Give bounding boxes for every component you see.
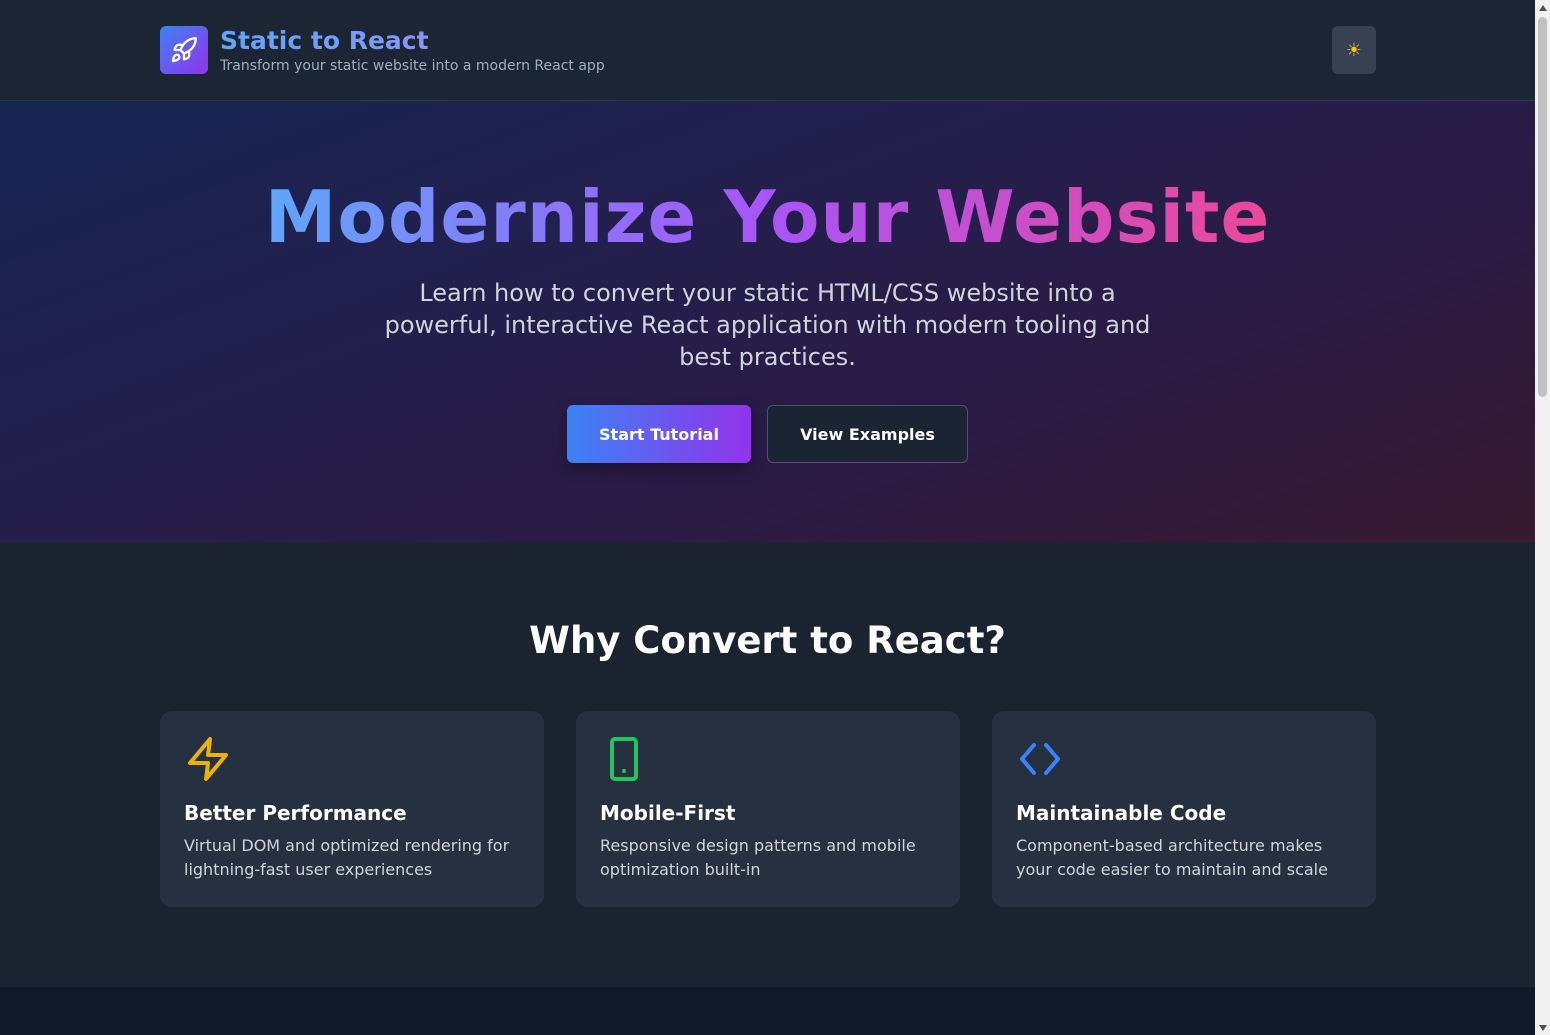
site-header: Static to React Transform your static we… (0, 0, 1535, 101)
sun-icon: ☀ (1345, 39, 1363, 61)
features-section: Why Convert to React? Better Performance… (0, 543, 1535, 987)
code-icon (1016, 735, 1064, 783)
vertical-scrollbar[interactable] (1535, 0, 1550, 1035)
feature-title: Better Performance (184, 801, 407, 825)
feature-text: Responsive design patterns and mobile op… (600, 836, 916, 879)
feature-text: Component-based architecture makes your … (1016, 836, 1328, 879)
theme-toggle-button[interactable]: ☀ (1332, 26, 1376, 74)
site-subtitle: Transform your static website into a mod… (220, 57, 605, 74)
scroll-down-icon[interactable] (1535, 1020, 1550, 1035)
hero-description: Learn how to convert your static HTML/CS… (384, 279, 1151, 371)
feature-title: Maintainable Code (1016, 801, 1227, 825)
view-examples-button[interactable]: View Examples (767, 405, 968, 463)
hero-section: Modernize Your Website Learn how to conv… (0, 101, 1535, 543)
scroll-thumb[interactable] (1538, 17, 1547, 397)
brand[interactable]: Static to React Transform your static we… (160, 26, 605, 74)
hero-actions: Start Tutorial View Examples (0, 405, 1535, 463)
mobile-icon (600, 735, 648, 783)
feature-title: Mobile-First (600, 801, 736, 825)
feature-card-performance: Better Performance Virtual DOM and optim… (160, 711, 544, 907)
feature-card-code: Maintainable Code Component-based archit… (992, 711, 1376, 907)
rocket-icon (160, 26, 208, 74)
feature-text: Virtual DOM and optimized rendering for … (184, 836, 510, 879)
feature-card-mobile: Mobile-First Responsive design patterns … (576, 711, 960, 907)
site-title: Static to React (220, 26, 605, 55)
scroll-up-icon[interactable] (1535, 0, 1550, 15)
lightning-icon (184, 735, 232, 783)
hero-title: Modernize Your Website (264, 175, 1271, 259)
start-tutorial-button[interactable]: Start Tutorial (567, 405, 751, 463)
next-section (0, 987, 1535, 1035)
features-title: Why Convert to React? (529, 619, 1006, 662)
page: Static to React Transform your static we… (0, 0, 1535, 1035)
